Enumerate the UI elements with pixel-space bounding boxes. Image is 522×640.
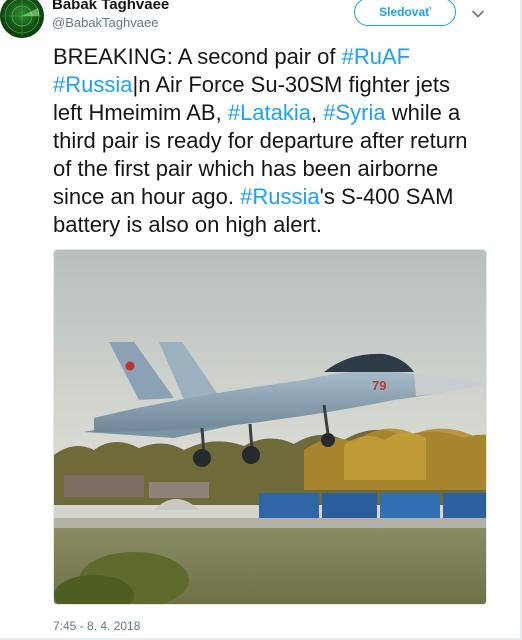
hashtag-link[interactable]: #Russia <box>240 184 319 209</box>
tweet-text-segment: BREAKING: A second pair of <box>53 44 342 69</box>
hashtag-link[interactable]: #Syria <box>323 100 385 125</box>
avatar[interactable] <box>0 0 44 38</box>
tweet-text: BREAKING: A second pair of #RuAF #Russia… <box>53 43 483 239</box>
tweet-photo[interactable]: 79 <box>53 249 487 605</box>
more-menu-button[interactable] <box>470 6 486 22</box>
aircraft-marking: 79 <box>372 378 386 393</box>
user-name[interactable]: Babak Taghvaee <box>52 0 169 13</box>
tweet-timestamp[interactable]: 7:45 - 8. 4. 2018 <box>53 619 140 633</box>
hashtag-link[interactable]: #Russia <box>53 72 132 97</box>
hashtag-link[interactable]: #Latakia <box>228 100 311 125</box>
tweet-text-segment: , <box>311 100 324 125</box>
user-handle[interactable]: @BabakTaghvaee <box>52 15 158 30</box>
radar-avatar-icon <box>2 0 42 36</box>
chevron-down-icon <box>472 10 484 18</box>
follow-button[interactable]: Sledovať <box>354 0 456 26</box>
fighter-jet-photo: 79 <box>54 250 486 604</box>
hashtag-link[interactable]: #RuAF <box>342 44 410 69</box>
